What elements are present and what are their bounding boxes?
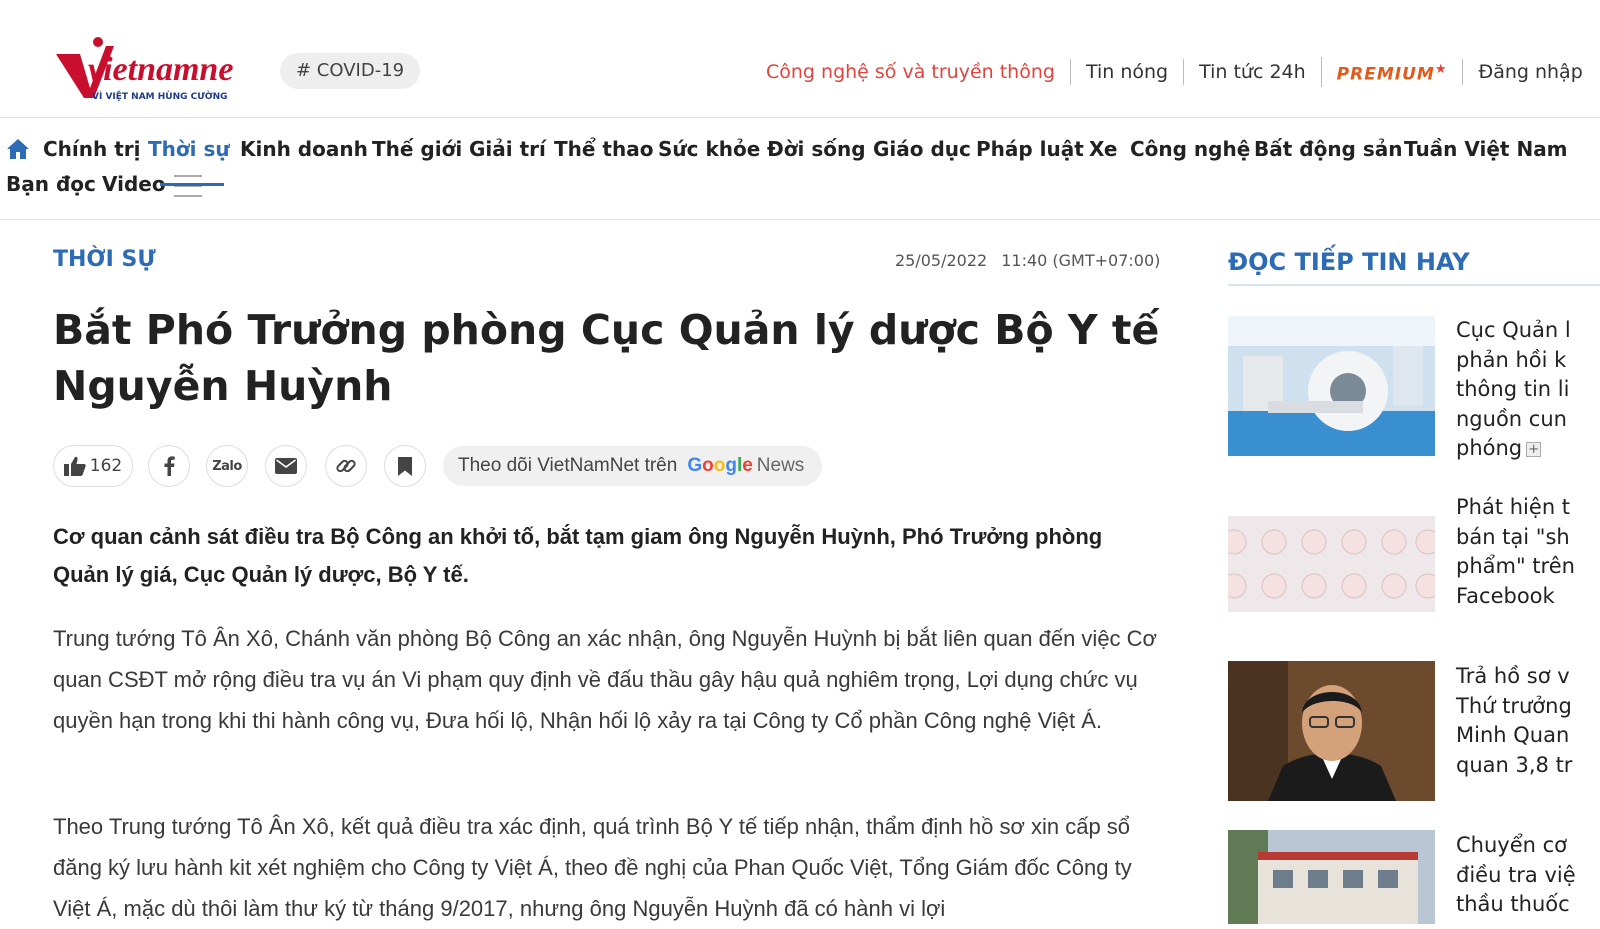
logo-dot	[93, 37, 103, 47]
sidebar-thumb-ct-scanner[interactable]	[1228, 316, 1435, 456]
bookmark-icon	[398, 456, 412, 476]
sidebar-item-3-line: quan 3,8 tr	[1456, 752, 1573, 777]
news-word: News	[756, 455, 805, 476]
nav-item-cars[interactable]: Xe	[1089, 131, 1117, 167]
top-link-news-24h[interactable]: Tin tức 24h	[1183, 59, 1321, 85]
google-news-logo: Google	[687, 455, 753, 476]
nav-item-business[interactable]: Kinh doanh	[240, 131, 368, 167]
sidebar-item-2-line: phẩm" trên	[1456, 554, 1575, 578]
sidebar-item-3-line: Thứ trưởng	[1456, 693, 1572, 718]
sidebar-item-2-line: Facebook	[1456, 583, 1555, 608]
sidebar-item-2-line: bán tại "sh	[1456, 524, 1570, 549]
sidebar-item-4-line: thầu thuốc	[1456, 892, 1570, 916]
facebook-share-button[interactable]	[148, 445, 190, 487]
nav-divider	[0, 219, 1600, 220]
sidebar-item-1-line: phản hồi k	[1456, 347, 1567, 372]
top-link-premium[interactable]: PREMIUM★	[1320, 56, 1463, 88]
sidebar-item-3[interactable]: Trả hồ sơ v Thứ trưởng Minh Quan quan 3,…	[1456, 662, 1600, 780]
home-icon[interactable]	[6, 137, 30, 161]
nav-item-tuan-viet-nam[interactable]: Tuần Việt Nam	[1404, 131, 1568, 167]
mail-icon	[275, 458, 297, 474]
nav-item-entertainment[interactable]: Giải trí	[469, 131, 546, 167]
top-link-digital-tech[interactable]: Công nghệ số và truyền thông	[766, 59, 1070, 85]
article-category[interactable]: THỜI SỰ	[53, 247, 156, 272]
sidebar-item-2-line: Phát hiện t	[1456, 495, 1571, 519]
nav-item-health[interactable]: Sức khỏe	[658, 131, 760, 167]
premium-label: PREMIUM	[1336, 64, 1435, 85]
sidebar-item-1-line-end: phóng	[1456, 436, 1523, 460]
article-paragraph: Theo Trung tướng Tô Ân Xô, kết quả điều …	[53, 814, 1132, 921]
expand-plus-icon[interactable]: +	[1526, 441, 1542, 457]
article-time: 11:40 (GMT+07:00)	[1001, 251, 1161, 270]
article-datetime: 25/05/2022 11:40 (GMT+07:00)	[895, 251, 1160, 270]
sidebar-item-1-line: Cục Quản l	[1456, 318, 1571, 342]
top-links: Công nghệ số và truyền thông Tin nóng Ti…	[766, 52, 1598, 92]
follow-text: Theo dõi VietNamNet trên	[458, 455, 678, 476]
sidebar-item-3-line: Minh Quan	[1456, 723, 1570, 747]
sidebar-thumb-building[interactable]	[1228, 830, 1435, 924]
sidebar-item-1[interactable]: Cục Quản l phản hồi k thông tin li nguồn…	[1456, 316, 1600, 464]
nav-item-technology[interactable]: Công nghệ	[1130, 131, 1250, 167]
sidebar-heading: ĐỌC TIẾP TIN HAY	[1228, 248, 1470, 276]
thumbs-up-icon	[63, 456, 86, 476]
facebook-icon	[164, 456, 175, 476]
sidebar-item-4-line: Chuyển cơ	[1456, 833, 1568, 857]
sidebar-item-1-line: phóng +	[1456, 434, 1600, 464]
copy-link-button[interactable]	[325, 445, 367, 487]
vietnamnet-logo[interactable]: vietnamnet VÌ VIỆT NAM HÙNG CƯỜNG	[54, 36, 234, 106]
google-news-follow-button[interactable]: Theo dõi VietNamNet trên Google News	[443, 446, 823, 486]
premium-star-icon: ★	[1434, 61, 1448, 77]
like-button[interactable]: 162	[53, 445, 133, 487]
sidebar-item-3-line: Trả hồ sơ v	[1456, 664, 1570, 688]
zalo-icon: Zalo	[212, 458, 242, 474]
sidebar-heading-underline	[1228, 284, 1600, 286]
logo-tagline: VÌ VIỆT NAM HÙNG CƯỜNG	[92, 90, 228, 102]
article-paragraph: Trung tướng Tô Ân Xô, Chánh văn phòng Bộ…	[53, 626, 1157, 733]
login-link[interactable]: Đăng nhập	[1462, 59, 1597, 85]
nav-item-real-estate[interactable]: Bất động sản	[1254, 131, 1402, 167]
nav-item-life[interactable]: Đời sống	[767, 131, 866, 167]
sidebar-item-1-line: nguồn cun	[1456, 406, 1567, 431]
sidebar-thumb-portrait[interactable]	[1228, 661, 1435, 801]
sidebar-item-4[interactable]: Chuyển cơ điều tra việ thầu thuốc	[1456, 831, 1600, 920]
active-nav-indicator	[160, 183, 224, 186]
nav-item-video[interactable]: Video	[102, 166, 166, 202]
logo-wordmark: vietnamnet	[88, 51, 234, 88]
nav-item-current-affairs[interactable]: Thời sự	[148, 131, 230, 167]
sidebar-item-1-line: thông tin li	[1456, 377, 1570, 401]
like-count: 162	[89, 456, 123, 476]
article-date: 25/05/2022	[895, 251, 988, 270]
article-title: Bắt Phó Trưởng phòng Cục Quản lý dược Bộ…	[53, 306, 1160, 410]
email-share-button[interactable]	[265, 445, 307, 487]
top-link-hot-news[interactable]: Tin nóng	[1069, 59, 1183, 85]
header-divider	[0, 117, 1600, 118]
zalo-share-button[interactable]: Zalo	[206, 445, 248, 487]
nav-item-politics[interactable]: Chính trị	[43, 131, 141, 167]
sidebar-item-2[interactable]: Phát hiện t bán tại "sh phẩm" trên Faceb…	[1456, 493, 1600, 611]
article-lead: Cơ quan cảnh sát điều tra Bộ Công an khở…	[53, 524, 1103, 587]
nav-item-readers[interactable]: Bạn đọc	[6, 166, 96, 202]
nav-item-law[interactable]: Pháp luật	[976, 131, 1084, 167]
bookmark-button[interactable]	[384, 445, 426, 487]
link-icon	[336, 459, 356, 473]
nav-item-world[interactable]: Thế giới	[372, 131, 462, 167]
sidebar-item-4-line: điều tra việ	[1456, 862, 1576, 887]
nav-item-sports[interactable]: Thể thao	[554, 131, 653, 167]
covid-hashtag-chip[interactable]: # COVID-19	[280, 53, 421, 89]
menu-hamburger-icon[interactable]	[174, 173, 202, 199]
nav-item-education[interactable]: Giáo dục	[873, 131, 971, 167]
sidebar-thumb-pills[interactable]	[1228, 516, 1435, 612]
